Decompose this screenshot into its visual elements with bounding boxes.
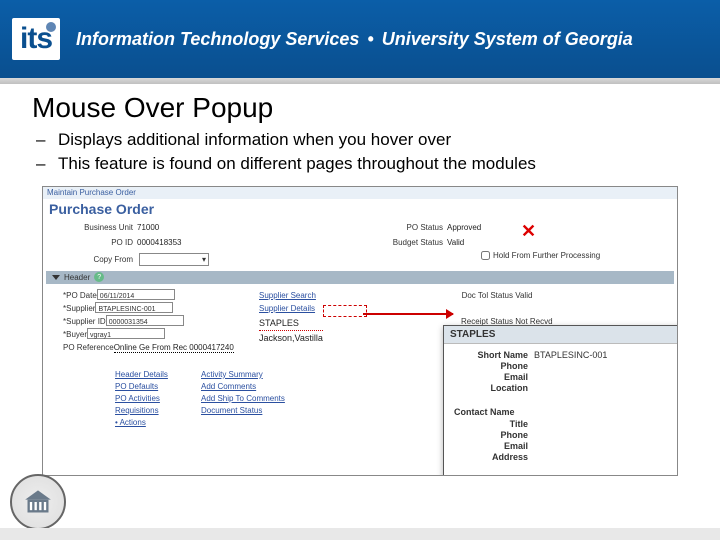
form-right: PO Status Approved Budget Status Valid	[373, 221, 481, 251]
hold-row: Hold From Further Processing	[481, 251, 600, 260]
po-defaults-link[interactable]: PO Defaults	[115, 381, 168, 393]
bu-value: 71000	[137, 221, 159, 235]
hold-label: Hold From Further Processing	[493, 251, 600, 260]
hold-checkbox[interactable]	[481, 251, 490, 260]
popup-location-label: Location	[454, 383, 528, 393]
document-status-link[interactable]: Document Status	[201, 405, 285, 417]
top-banner: its Information Technology Services • Un…	[0, 0, 720, 78]
chevron-down-icon	[52, 275, 60, 280]
supplier-id-label: *Supplier ID	[63, 317, 106, 326]
supplier-details-link[interactable]: Supplier Details	[259, 302, 323, 315]
popup-contact-phone-label: Phone	[454, 430, 528, 440]
popup-title: STAPLES	[444, 326, 678, 344]
po-ref-value: Online Ge From Rec 0000417240	[114, 343, 234, 353]
footer-bar	[0, 528, 720, 540]
hover-popup: STAPLES Short Name BTAPLESINC-001 Phone E…	[443, 325, 678, 476]
popup-body: Short Name BTAPLESINC-001 Phone Email Loc…	[444, 344, 678, 469]
buyer-input[interactable]: vgray1	[87, 328, 165, 339]
add-shipto-comments-link[interactable]: Add Ship To Comments	[201, 393, 285, 405]
actions-link[interactable]: • Actions	[115, 417, 168, 429]
supplier-label: *Supplier	[63, 304, 95, 313]
header-details-link[interactable]: Header Details	[115, 369, 168, 381]
app-screenshot: Maintain Purchase Order Purchase Order B…	[42, 186, 678, 476]
supplier-name-text[interactable]: STAPLES	[259, 317, 323, 331]
help-icon[interactable]: ?	[94, 272, 104, 282]
add-comments-link[interactable]: Add Comments	[201, 381, 285, 393]
supplier-input[interactable]: BTAPLESINC-001	[95, 302, 173, 313]
popup-shortname-value: BTAPLESINC-001	[534, 350, 607, 360]
form-left: Business Unit 71000 PO ID 0000418353	[63, 221, 182, 251]
poid-value: 0000418353	[137, 236, 182, 250]
supplier-link-col: Supplier Search Supplier Details STAPLES…	[259, 289, 323, 345]
popup-contact-header: Contact Name	[454, 407, 678, 417]
close-icon[interactable]: ✕	[521, 221, 536, 242]
buyer-label: *Buyer	[63, 330, 87, 339]
copy-from-label: Copy From	[63, 255, 133, 264]
po-activities-link[interactable]: PO Activities	[115, 393, 168, 405]
po-status-label: PO Status	[373, 221, 443, 235]
doc-tol-value: Valid	[515, 291, 532, 300]
right-status-block: Doc Tol Status Valid Receipt Status Not …	[423, 289, 553, 329]
po-date-label: *PO Date	[63, 291, 97, 300]
po-ref-label: PO Reference	[63, 343, 114, 352]
po-status-value: Approved	[447, 221, 481, 235]
slide-body: Mouse Over Popup Displays additional inf…	[0, 78, 720, 476]
poid-label: PO ID	[63, 236, 133, 250]
annotation-arrow	[363, 313, 453, 315]
copy-from-select[interactable]: ▾	[139, 253, 209, 266]
banner-title: Information Technology Services	[76, 29, 359, 50]
annotation-highlight	[323, 305, 367, 317]
supplier-id-input[interactable]: 0000031354	[106, 315, 184, 326]
link-col-right: Activity Summary Add Comments Add Ship T…	[201, 369, 285, 417]
detail-fields: *PO Date06/11/2014 *SupplierBTAPLESINC-0…	[63, 289, 234, 354]
page-title: Purchase Order	[49, 201, 154, 217]
georgia-seal-icon	[10, 474, 66, 530]
bu-label: Business Unit	[63, 221, 133, 235]
popup-shortname-label: Short Name	[454, 350, 528, 360]
bullet-1: Displays additional information when you…	[58, 128, 688, 152]
po-date-input[interactable]: 06/11/2014	[97, 289, 175, 300]
banner-separator: •	[367, 29, 373, 50]
buyer-name-text: Jackson,Vastilla	[259, 332, 323, 345]
breadcrumb: Maintain Purchase Order	[43, 187, 677, 199]
budget-status-value: Valid	[447, 236, 464, 250]
requisitions-link[interactable]: Requisitions	[115, 405, 168, 417]
slide-title: Mouse Over Popup	[32, 92, 688, 124]
slide-bullets: Displays additional information when you…	[32, 128, 688, 176]
popup-contact-email-label: Email	[454, 441, 528, 451]
logo-text: its	[20, 22, 52, 56]
popup-contact-address-label: Address	[454, 452, 528, 462]
bullet-2: This feature is found on different pages…	[58, 152, 688, 176]
popup-phone-label: Phone	[454, 361, 528, 371]
doc-tol-label: Doc Tol Status	[423, 289, 513, 303]
header-panel-bar[interactable]: Header ?	[46, 271, 674, 284]
its-logo: its	[12, 18, 60, 60]
activity-summary-link[interactable]: Activity Summary	[201, 369, 285, 381]
link-col-left: Header Details PO Defaults PO Activities…	[115, 369, 168, 429]
banner-org: University System of Georgia	[382, 29, 633, 50]
popup-email-label: Email	[454, 372, 528, 382]
copy-from-row: Copy From ▾	[63, 253, 209, 266]
header-panel-label: Header	[64, 273, 90, 282]
popup-contact-title-label: Title	[454, 419, 528, 429]
supplier-search-link[interactable]: Supplier Search	[259, 289, 323, 302]
budget-status-label: Budget Status	[373, 236, 443, 250]
